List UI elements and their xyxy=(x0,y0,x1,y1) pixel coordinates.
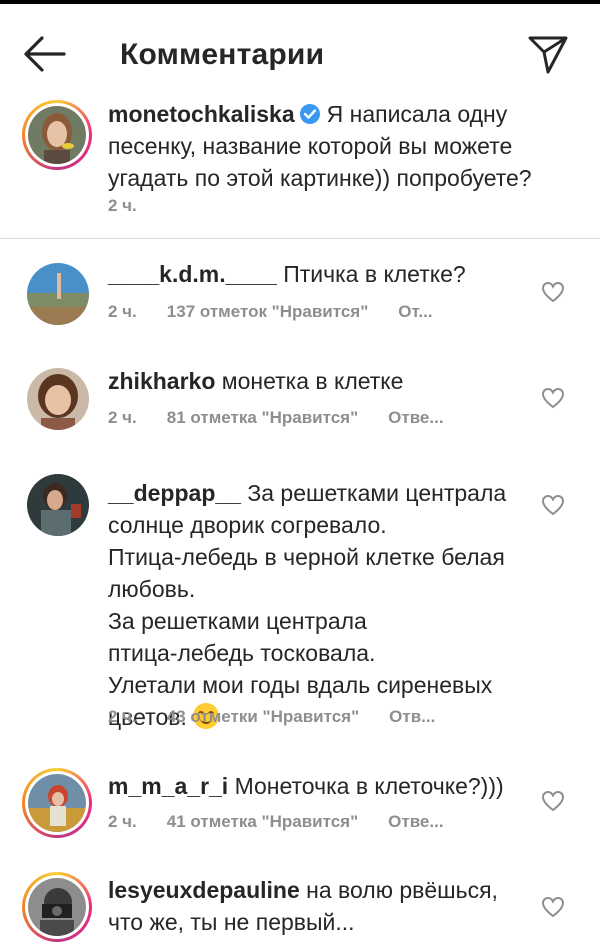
caption-text-block: monetochkaliska Я написала одну песенку, … xyxy=(108,98,578,194)
comment-username[interactable]: lesyeuxdepauline xyxy=(108,877,300,903)
heart-icon[interactable] xyxy=(541,790,565,812)
comment-text-block: ____k.d.m.____ Птичка в клетке? xyxy=(108,258,466,290)
comment-text: монетка в клетке xyxy=(221,368,404,394)
comment-meta: 2 ч. 81 отметка "Нравится" Отве... xyxy=(108,408,474,428)
story-ring[interactable] xyxy=(22,768,92,838)
comment-username[interactable]: m_m_a_r_i xyxy=(108,773,228,799)
comment-text-block: m_m_a_r_i Монеточка в клеточке?))) xyxy=(108,770,504,802)
heart-icon[interactable] xyxy=(541,494,565,516)
reply-button[interactable]: Отв... xyxy=(389,707,435,726)
header: Комментарии xyxy=(0,4,600,90)
comment-likes[interactable]: 81 отметка "Нравится" xyxy=(167,408,358,427)
comment-username[interactable]: ____k.d.m.____ xyxy=(108,261,277,287)
caption-time: 2 ч. xyxy=(108,196,137,215)
comment-text-block: zhikharko монетка в клетке xyxy=(108,365,403,397)
comment-meta: 2 ч. 43 отметки "Нравится" Отв... xyxy=(108,707,465,727)
arrow-left-icon xyxy=(24,36,66,72)
share-button[interactable] xyxy=(526,32,570,76)
avatar[interactable] xyxy=(28,106,86,164)
comment-time: 2 ч. xyxy=(108,302,137,321)
comment-likes[interactable]: 43 отметки "Нравится" xyxy=(167,707,359,726)
comment-username[interactable]: zhikharko xyxy=(108,368,215,394)
caption-username[interactable]: monetochkaliska xyxy=(108,101,295,127)
comment-text: Монеточка в клеточке?))) xyxy=(234,773,504,799)
story-ring[interactable] xyxy=(22,100,92,170)
heart-icon[interactable] xyxy=(541,281,565,303)
comment-time: 2 ч. xyxy=(108,408,137,427)
comment-time: 2 ч. xyxy=(108,812,137,831)
story-ring[interactable] xyxy=(22,872,92,942)
caption-meta: 2 ч. xyxy=(108,196,167,216)
page-title: Комментарии xyxy=(120,38,325,71)
comment-username[interactable]: __deppap__ xyxy=(108,480,241,506)
comment-text-block: __deppap__ За решетками централа солнце … xyxy=(108,477,506,733)
avatar[interactable] xyxy=(27,263,89,325)
reply-button[interactable]: Отве... xyxy=(388,408,443,427)
comment-text-block: lesyeuxdepauline на волю рвёшься, что же… xyxy=(108,874,498,938)
heart-icon[interactable] xyxy=(541,387,565,409)
avatar[interactable] xyxy=(28,878,86,936)
paper-plane-icon xyxy=(528,36,568,74)
post-caption: monetochkaliska Я написала одну песенку, … xyxy=(0,90,600,238)
comment-meta: 2 ч. 41 отметка "Нравится" Отве... xyxy=(108,812,474,832)
avatar[interactable] xyxy=(27,368,89,430)
avatar[interactable] xyxy=(28,774,86,832)
comment-text: Птичка в клетке? xyxy=(283,261,466,287)
comment-likes[interactable]: 137 отметок "Нравится" xyxy=(167,302,369,321)
comment-likes[interactable]: 41 отметка "Нравится" xyxy=(167,812,358,831)
back-button[interactable] xyxy=(22,34,68,74)
reply-button[interactable]: От... xyxy=(398,302,432,321)
comment-meta: 2 ч. 137 отметок "Нравится" От... xyxy=(108,302,463,322)
avatar[interactable] xyxy=(27,474,89,536)
heart-icon[interactable] xyxy=(541,896,565,918)
reply-button[interactable]: Отве... xyxy=(388,812,443,831)
comment-time: 2 ч. xyxy=(108,707,137,726)
comment-text: За решетками централа солнце дворик согр… xyxy=(108,480,507,730)
caption-divider xyxy=(0,238,600,239)
verified-badge-icon xyxy=(299,104,320,124)
